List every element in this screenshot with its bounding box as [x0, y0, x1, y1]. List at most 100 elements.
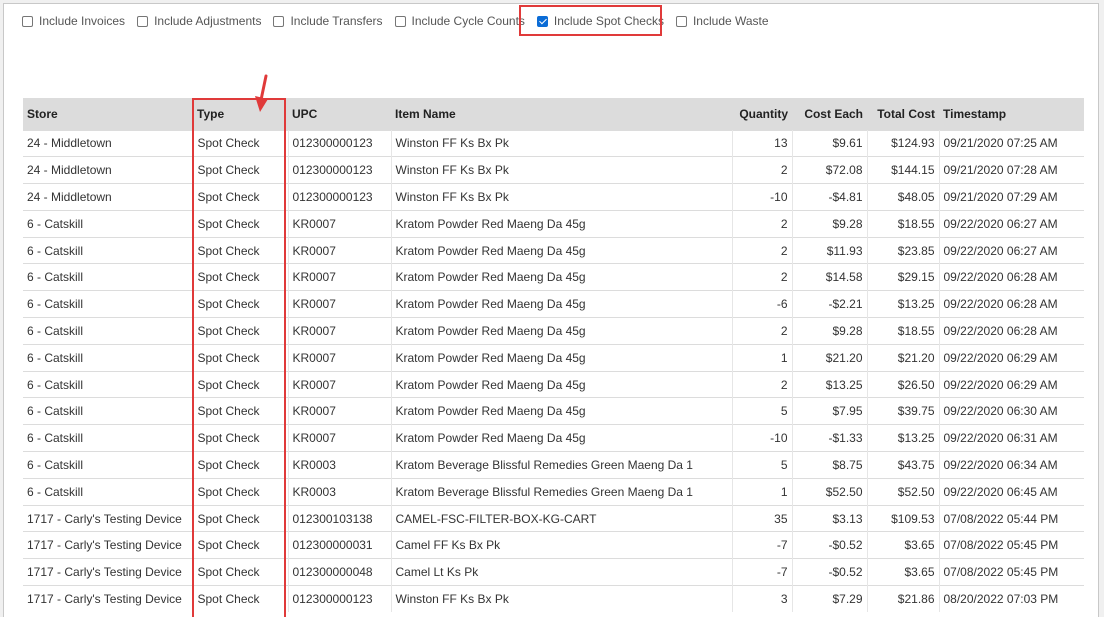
table-row[interactable]: 6 - Catskill Spot Check KR0007 Kratom Powde…: [23, 343, 1084, 372]
cell-quantity: 2: [732, 263, 793, 291]
column-header-cost-each[interactable]: Cost Each: [792, 98, 867, 130]
cell-item-name: Camel Lt Ks Pk: [391, 558, 733, 586]
table-row[interactable]: 1717 - Carly's Testing Device Spot Check 0…: [23, 558, 1084, 586]
cell-timestamp: 09/22/2020 06:30 AM: [939, 397, 1084, 425]
cell-cost-each: -$0.52: [792, 558, 868, 586]
cell-timestamp: 09/22/2020 06:29 AM: [939, 370, 1084, 398]
table-row[interactable]: 6 - Catskill Spot Check KR0007 Kratom Powde…: [23, 236, 1084, 264]
cell-total-cost: $13.25: [867, 290, 940, 318]
column-header-quantity[interactable]: Quantity: [732, 98, 792, 130]
cell-store: 6 - Catskill: [23, 236, 194, 264]
table-row[interactable]: 24 - Middletown Spot Check 012300000123 Win…: [23, 183, 1084, 211]
cell-cost-each: -$4.81: [792, 183, 868, 211]
column-header-total-cost[interactable]: Total Cost: [867, 98, 939, 130]
column-header-item-name[interactable]: Item Name: [391, 98, 732, 130]
cell-cost-each: $9.28: [792, 317, 868, 345]
table-row[interactable]: 6 - Catskill Spot Check KR0003 Kratom Bever…: [23, 477, 1084, 506]
cell-quantity: 2: [732, 156, 793, 184]
table-row[interactable]: 1717 - Carly's Testing Device Spot Check 0…: [23, 531, 1084, 559]
report-panel: Include Invoices Include Adjustments Inc…: [3, 3, 1099, 617]
filter-label: Include Adjustments: [154, 14, 262, 28]
cell-store: 6 - Catskill: [23, 343, 194, 372]
cell-timestamp: 07/08/2022 05:45 PM: [939, 558, 1084, 586]
cell-store: 1717 - Carly's Testing Device: [23, 531, 194, 559]
cell-quantity: -7: [732, 531, 793, 559]
table-row[interactable]: 1717 - Carly's Testing Device Spot Check 0…: [23, 504, 1084, 532]
cell-item-name: Winston FF Ks Bx Pk: [391, 585, 733, 613]
cell-item-name: Winston FF Ks Bx Pk: [391, 129, 733, 157]
cell-store: 6 - Catskill: [23, 397, 194, 425]
filter-include-cycle-counts[interactable]: Include Cycle Counts: [394, 14, 525, 28]
filter-include-spot-checks[interactable]: Include Spot Checks: [536, 14, 664, 28]
cell-type: Spot Check: [193, 156, 289, 184]
table-row[interactable]: 6 - Catskill Spot Check KR0007 Kratom Powde…: [23, 424, 1084, 452]
table-row[interactable]: 6 - Catskill Spot Check KR0007 Kratom Powde…: [23, 370, 1084, 398]
table-row[interactable]: 6 - Catskill Spot Check KR0007 Kratom Powde…: [23, 263, 1084, 291]
table-row[interactable]: 24 - Middletown Spot Check 012300000123 Win…: [23, 156, 1084, 184]
table-row[interactable]: 6 - Catskill Spot Check KR0007 Kratom Powde…: [23, 209, 1084, 238]
column-header-timestamp[interactable]: Timestamp: [939, 98, 1084, 130]
filter-include-waste[interactable]: Include Waste: [675, 14, 769, 28]
column-header-type[interactable]: Type: [193, 98, 288, 130]
filter-label: Include Waste: [692, 14, 769, 28]
table-row[interactable]: 6 - Catskill Spot Check KR0007 Kratom Powde…: [23, 290, 1084, 318]
cell-store: 24 - Middletown: [23, 156, 194, 184]
table-row[interactable]: 6 - Catskill Spot Check KR0003 Kratom Bever…: [23, 451, 1084, 479]
cell-total-cost: $39.75: [867, 397, 940, 425]
cell-cost-each: $8.75: [792, 451, 868, 479]
checkbox[interactable]: [22, 15, 33, 27]
cell-total-cost: $3.65: [867, 558, 940, 586]
filter-include-transfers[interactable]: Include Transfers: [273, 14, 383, 28]
cell-type: Spot Check: [193, 504, 289, 532]
cell-store: 1717 - Carly's Testing Device: [23, 504, 194, 532]
cell-type: Spot Check: [193, 343, 289, 372]
cell-quantity: 2: [732, 209, 793, 238]
cell-item-name: Kratom Powder Red Maeng Da 45g: [391, 317, 733, 345]
cell-store: 6 - Catskill: [23, 290, 194, 318]
filter-label: Include Transfers: [290, 14, 383, 28]
table-row[interactable]: 24 - Middletown Spot Check 012300000123 Win…: [23, 129, 1084, 157]
cell-item-name: Kratom Powder Red Maeng Da 45g: [391, 209, 733, 238]
filter-include-invoices[interactable]: Include Invoices: [22, 14, 125, 28]
cell-cost-each: $7.29: [792, 585, 868, 613]
checkbox-checked[interactable]: [536, 15, 548, 27]
cell-store: 6 - Catskill: [23, 317, 194, 345]
table-row[interactable]: 1717 - Carly's Testing Device Spot Check 0…: [23, 585, 1084, 613]
cell-quantity: -7: [732, 558, 793, 586]
cell-total-cost: $18.55: [867, 209, 940, 238]
cell-timestamp: 09/22/2020 06:28 AM: [939, 290, 1084, 318]
cell-cost-each: $9.28: [792, 209, 868, 238]
table-row[interactable]: 6 - Catskill Spot Check KR0007 Kratom Powde…: [23, 397, 1084, 425]
spot-check-table: Store Type UPC Item Name Quantity Cost Each To…: [23, 98, 1084, 613]
cell-total-cost: $48.05: [867, 183, 940, 211]
cell-type: Spot Check: [193, 531, 289, 559]
cell-cost-each: $21.20: [792, 343, 868, 372]
filter-include-adjustments[interactable]: Include Adjustments: [137, 14, 261, 28]
cell-store: 24 - Middletown: [23, 183, 194, 211]
cell-upc: KR0003: [288, 451, 392, 479]
cell-timestamp: 09/21/2020 07:28 AM: [939, 156, 1084, 184]
cell-cost-each: $3.13: [792, 504, 868, 532]
cell-item-name: Kratom Powder Red Maeng Da 45g: [391, 290, 733, 318]
cell-type: Spot Check: [193, 477, 289, 506]
cell-store: 24 - Middletown: [23, 129, 194, 157]
cell-upc: 012300000031: [288, 531, 392, 559]
checkbox[interactable]: [675, 15, 687, 27]
cell-upc: KR0007: [288, 317, 392, 345]
cell-timestamp: 09/22/2020 06:27 AM: [939, 209, 1084, 238]
cell-type: Spot Check: [193, 397, 289, 425]
cell-upc: 012300000048: [288, 558, 392, 586]
column-header-upc[interactable]: UPC: [288, 98, 391, 130]
cell-upc: KR0007: [288, 370, 392, 398]
cell-item-name: Kratom Beverage Blissful Remedies Green …: [391, 451, 733, 479]
cell-store: 6 - Catskill: [23, 477, 194, 506]
column-header-store[interactable]: Store: [23, 98, 193, 130]
cell-timestamp: 07/08/2022 05:45 PM: [939, 531, 1084, 559]
cell-upc: 012300000123: [288, 129, 392, 157]
checkbox[interactable]: [273, 15, 285, 27]
cell-cost-each: $13.25: [792, 370, 868, 398]
table-row[interactable]: 6 - Catskill Spot Check KR0007 Kratom Powde…: [23, 317, 1084, 345]
checkbox[interactable]: [137, 15, 149, 27]
cell-upc: KR0007: [288, 263, 392, 291]
checkbox[interactable]: [394, 15, 406, 27]
